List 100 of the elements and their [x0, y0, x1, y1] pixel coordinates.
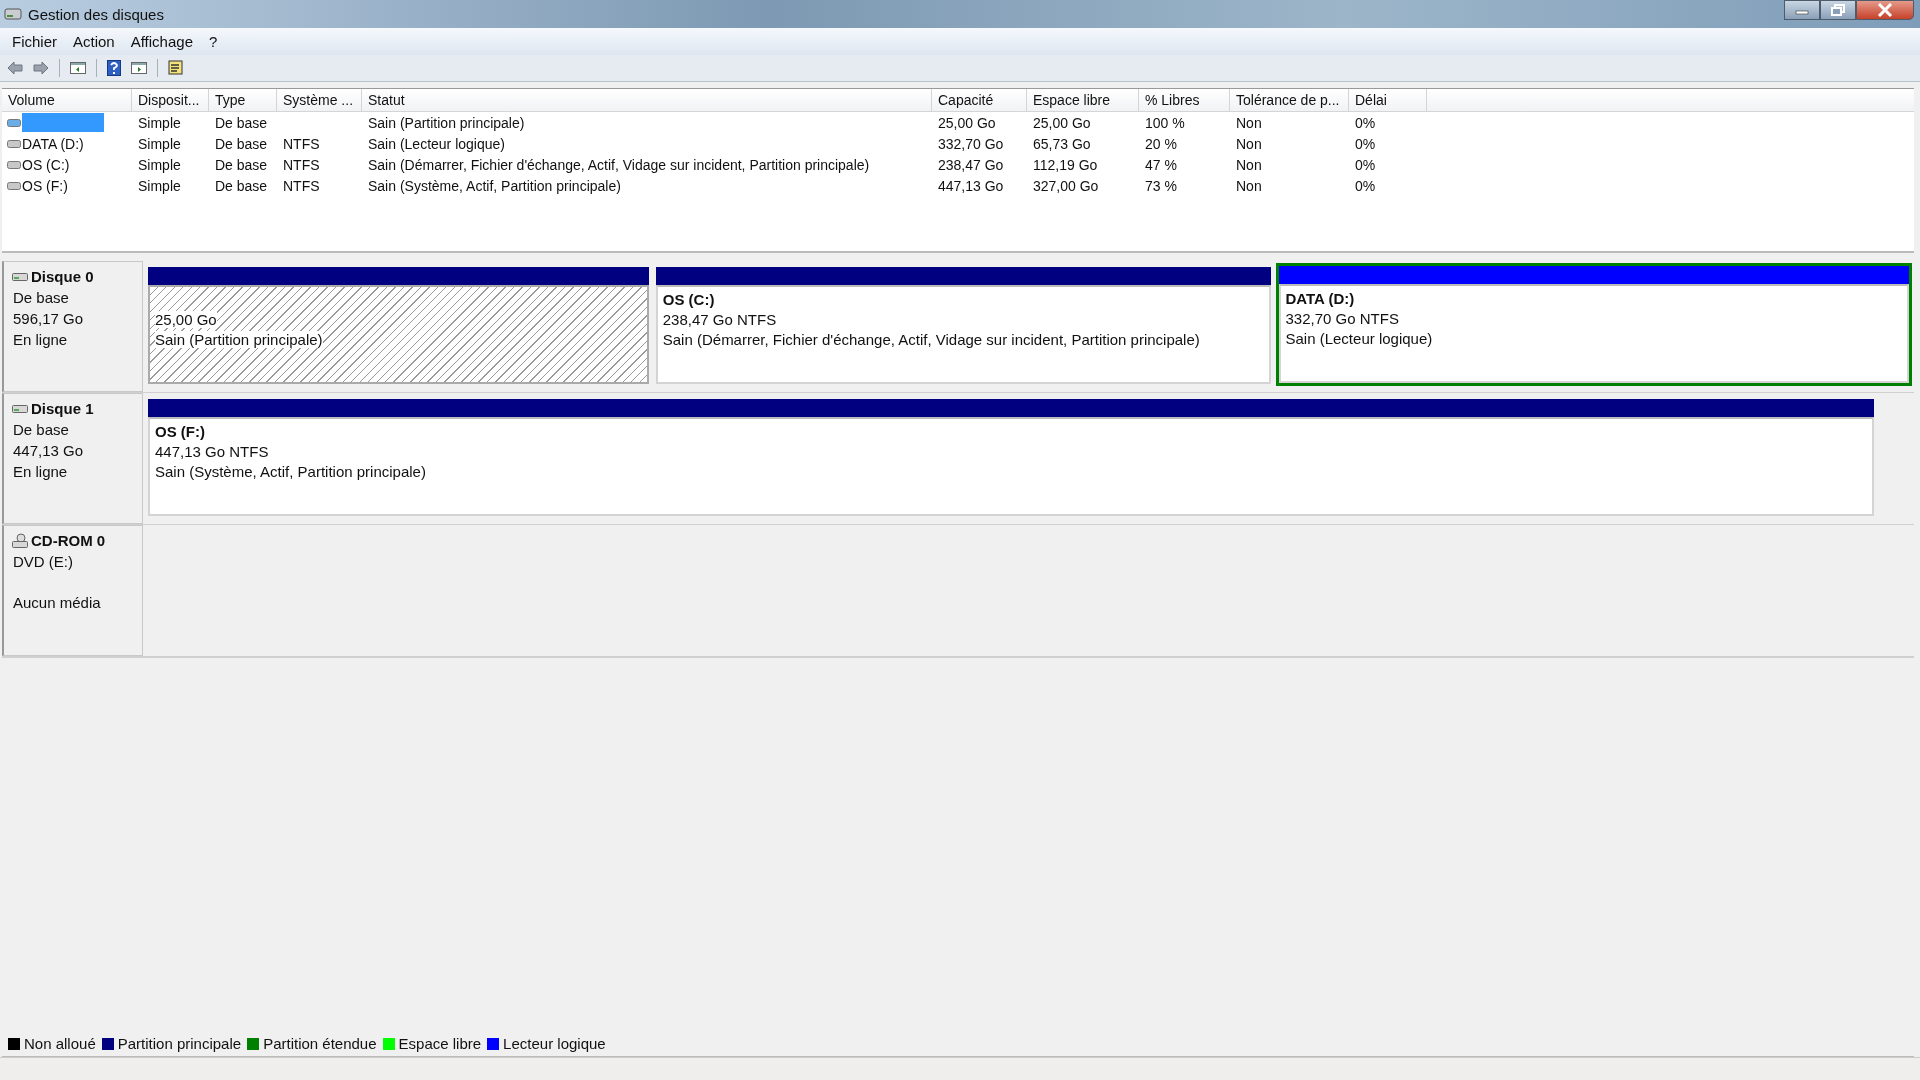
partition-name: OS (C:): [662, 291, 716, 308]
legend-label: Partition étendue: [263, 1035, 377, 1052]
disk-drive-icon: [4, 6, 22, 22]
partition-size: 238,47 Go NTFS: [662, 311, 778, 328]
disk-status: En ligne: [13, 331, 69, 348]
disk-size: 596,17 Go: [13, 310, 85, 327]
table-cell-text: De base: [214, 135, 269, 152]
disk-type: De base: [13, 289, 70, 306]
column-header[interactable]: Délai: [1349, 89, 1427, 111]
partition-block[interactable]: DATA (D:) 332,70 Go NTFS Sain (Lecteur logique): [1275, 263, 1912, 386]
partition-status: Sain (Système, Actif, Partition principale): [155, 463, 427, 480]
table-cell-text: 20 %: [1144, 135, 1178, 152]
close-icon: [1877, 3, 1893, 17]
column-header[interactable]: Capacité: [932, 89, 1027, 111]
table-cell-text: 0%: [1354, 114, 1377, 131]
table-cell-text: 100 %: [1144, 114, 1186, 131]
checklist-icon: [168, 60, 184, 76]
partition-size: 25,00 Go: [155, 311, 217, 328]
disk-status: En ligne: [13, 463, 69, 480]
minimize-button[interactable]: [1784, 0, 1820, 20]
disk-name: CD-ROM 0: [31, 532, 106, 549]
help-button[interactable]: [104, 58, 124, 78]
back-arrow-icon: [7, 61, 23, 75]
legend-label: Partition principale: [117, 1035, 242, 1052]
maximize-button[interactable]: [1820, 0, 1856, 20]
table-cell-text: De base: [214, 114, 269, 131]
partition-status: Sain (Partition principale): [155, 331, 323, 348]
table-cell-text: NTFS: [282, 135, 321, 152]
disk-size: 447,13 Go: [13, 442, 85, 459]
table-cell-text: Non: [1235, 156, 1263, 173]
column-header[interactable]: Tolérance de p...: [1230, 89, 1349, 111]
partition-status: Sain (Lecteur logique): [1285, 330, 1434, 347]
table-cell-text: 47 %: [1144, 156, 1178, 173]
drive-icon: [7, 180, 21, 191]
partition-size: 332,70 Go NTFS: [1285, 310, 1400, 327]
legend-label: Espace libre: [398, 1035, 482, 1052]
table-cell-text: 65,73 Go: [1032, 135, 1092, 152]
legend-label: Non alloué: [24, 1035, 96, 1052]
table-cell-text: 25,00 Go: [937, 114, 997, 131]
table-cell-text: Simple: [137, 135, 182, 152]
panel-icon: [70, 61, 86, 75]
action-pane-button[interactable]: [128, 59, 150, 77]
table-cell-text: Simple: [137, 177, 182, 194]
table-cell-text: Sain (Démarrer, Fichier d'échange, Actif, Vidage sur incident, Partition principale): [367, 156, 871, 173]
table-cell-text: De base: [214, 156, 269, 173]
legend-label: Lecteur logique: [503, 1035, 606, 1052]
table-cell-text: 327,00 Go: [1032, 177, 1100, 194]
table-cell-text: 332,70 Go: [937, 135, 1005, 152]
column-header[interactable]: % Libres: [1139, 89, 1230, 111]
table-cell-text: Sain (Lecteur logique): [367, 135, 506, 152]
window-title: Gestion des disques: [28, 5, 164, 23]
partition-name: OS (F:): [155, 423, 206, 440]
volume-name: OS (F:): [22, 177, 68, 194]
table-cell-text: 238,47 Go: [937, 156, 1005, 173]
partition-status: Sain (Démarrer, Fichier d'échange, Actif, Vidage sur incident, Partition principale): [662, 331, 1201, 348]
drive-icon: [7, 159, 21, 170]
menu-item[interactable]: Action: [65, 31, 123, 52]
disk-label-panel[interactable]: CD-ROM 0 DVD (E:) Aucun média: [2, 525, 143, 656]
column-header[interactable]: Disposit...: [132, 89, 209, 111]
column-header[interactable]: Statut: [362, 89, 932, 111]
close-button[interactable]: [1856, 0, 1914, 20]
column-header[interactable]: Volume: [2, 89, 132, 111]
volume-row[interactable]: Simple De base Sain (Partition principale) 25,00 Go 25,00 Go 100 % Non 0%: [2, 112, 1914, 133]
menu-item[interactable]: Fichier: [4, 31, 65, 52]
table-cell-text: 0%: [1354, 156, 1377, 173]
forward-arrow-icon: [33, 61, 49, 75]
volume-row[interactable]: OS (C:) Simple De base NTFS Sain (Démarrer, Fichier d'échange, Actif, Vidage sur incident, Partition principale) 238,47 Go 112,19 Go 47 % Non 0%: [2, 154, 1914, 175]
disk-label-panel[interactable]: Disque 1 De base 447,13 Go En ligne: [2, 393, 143, 524]
column-header[interactable]: Type: [209, 89, 277, 111]
column-header[interactable]: Système ...: [277, 89, 362, 111]
table-cell-text: NTFS: [282, 177, 321, 194]
column-header[interactable]: Espace libre: [1027, 89, 1139, 111]
table-cell-text: Simple: [137, 156, 182, 173]
disk-type: DVD (E:): [13, 553, 74, 570]
table-cell-text: NTFS: [282, 156, 321, 173]
restore-icon: [1831, 4, 1845, 16]
table-cell-text: Non: [1235, 114, 1263, 131]
help-icon: [107, 60, 121, 76]
table-cell-text: 0%: [1354, 135, 1377, 152]
table-cell-text: De base: [214, 177, 269, 194]
menu-item[interactable]: ?: [201, 31, 226, 52]
table-cell-text: Non: [1235, 177, 1263, 194]
menu-item[interactable]: Affichage: [122, 31, 201, 52]
table-cell-text: 447,13 Go: [937, 177, 1005, 194]
disk-status: Aucun média: [13, 594, 102, 611]
table-cell-text: 0%: [1354, 177, 1377, 194]
panel-icon: [131, 61, 147, 75]
partition-size: 447,13 Go NTFS: [155, 443, 270, 460]
table-cell-text: Simple: [137, 114, 182, 131]
cd-drive-icon: [12, 532, 28, 549]
disk-name: Disque 1: [31, 400, 94, 417]
table-cell-text: 73 %: [1144, 177, 1178, 194]
table-cell-text: 25,00 Go: [1032, 114, 1092, 131]
console-tree-button[interactable]: [67, 59, 89, 77]
volume-row[interactable]: OS (F:) Simple De base NTFS Sain (Système, Actif, Partition principale) 447,13 Go 327,00 Go 73 % Non 0%: [2, 175, 1914, 196]
volume-name: DATA (D:): [22, 135, 84, 152]
volume-name: OS (C:): [22, 156, 70, 173]
disk-type: De base: [13, 421, 70, 438]
disk-label-panel[interactable]: Disque 0 De base 596,17 Go En ligne: [2, 261, 143, 392]
volume-row[interactable]: DATA (D:) Simple De base NTFS Sain (Lecteur logique) 332,70 Go 65,73 Go 20 % Non 0%: [2, 133, 1914, 154]
